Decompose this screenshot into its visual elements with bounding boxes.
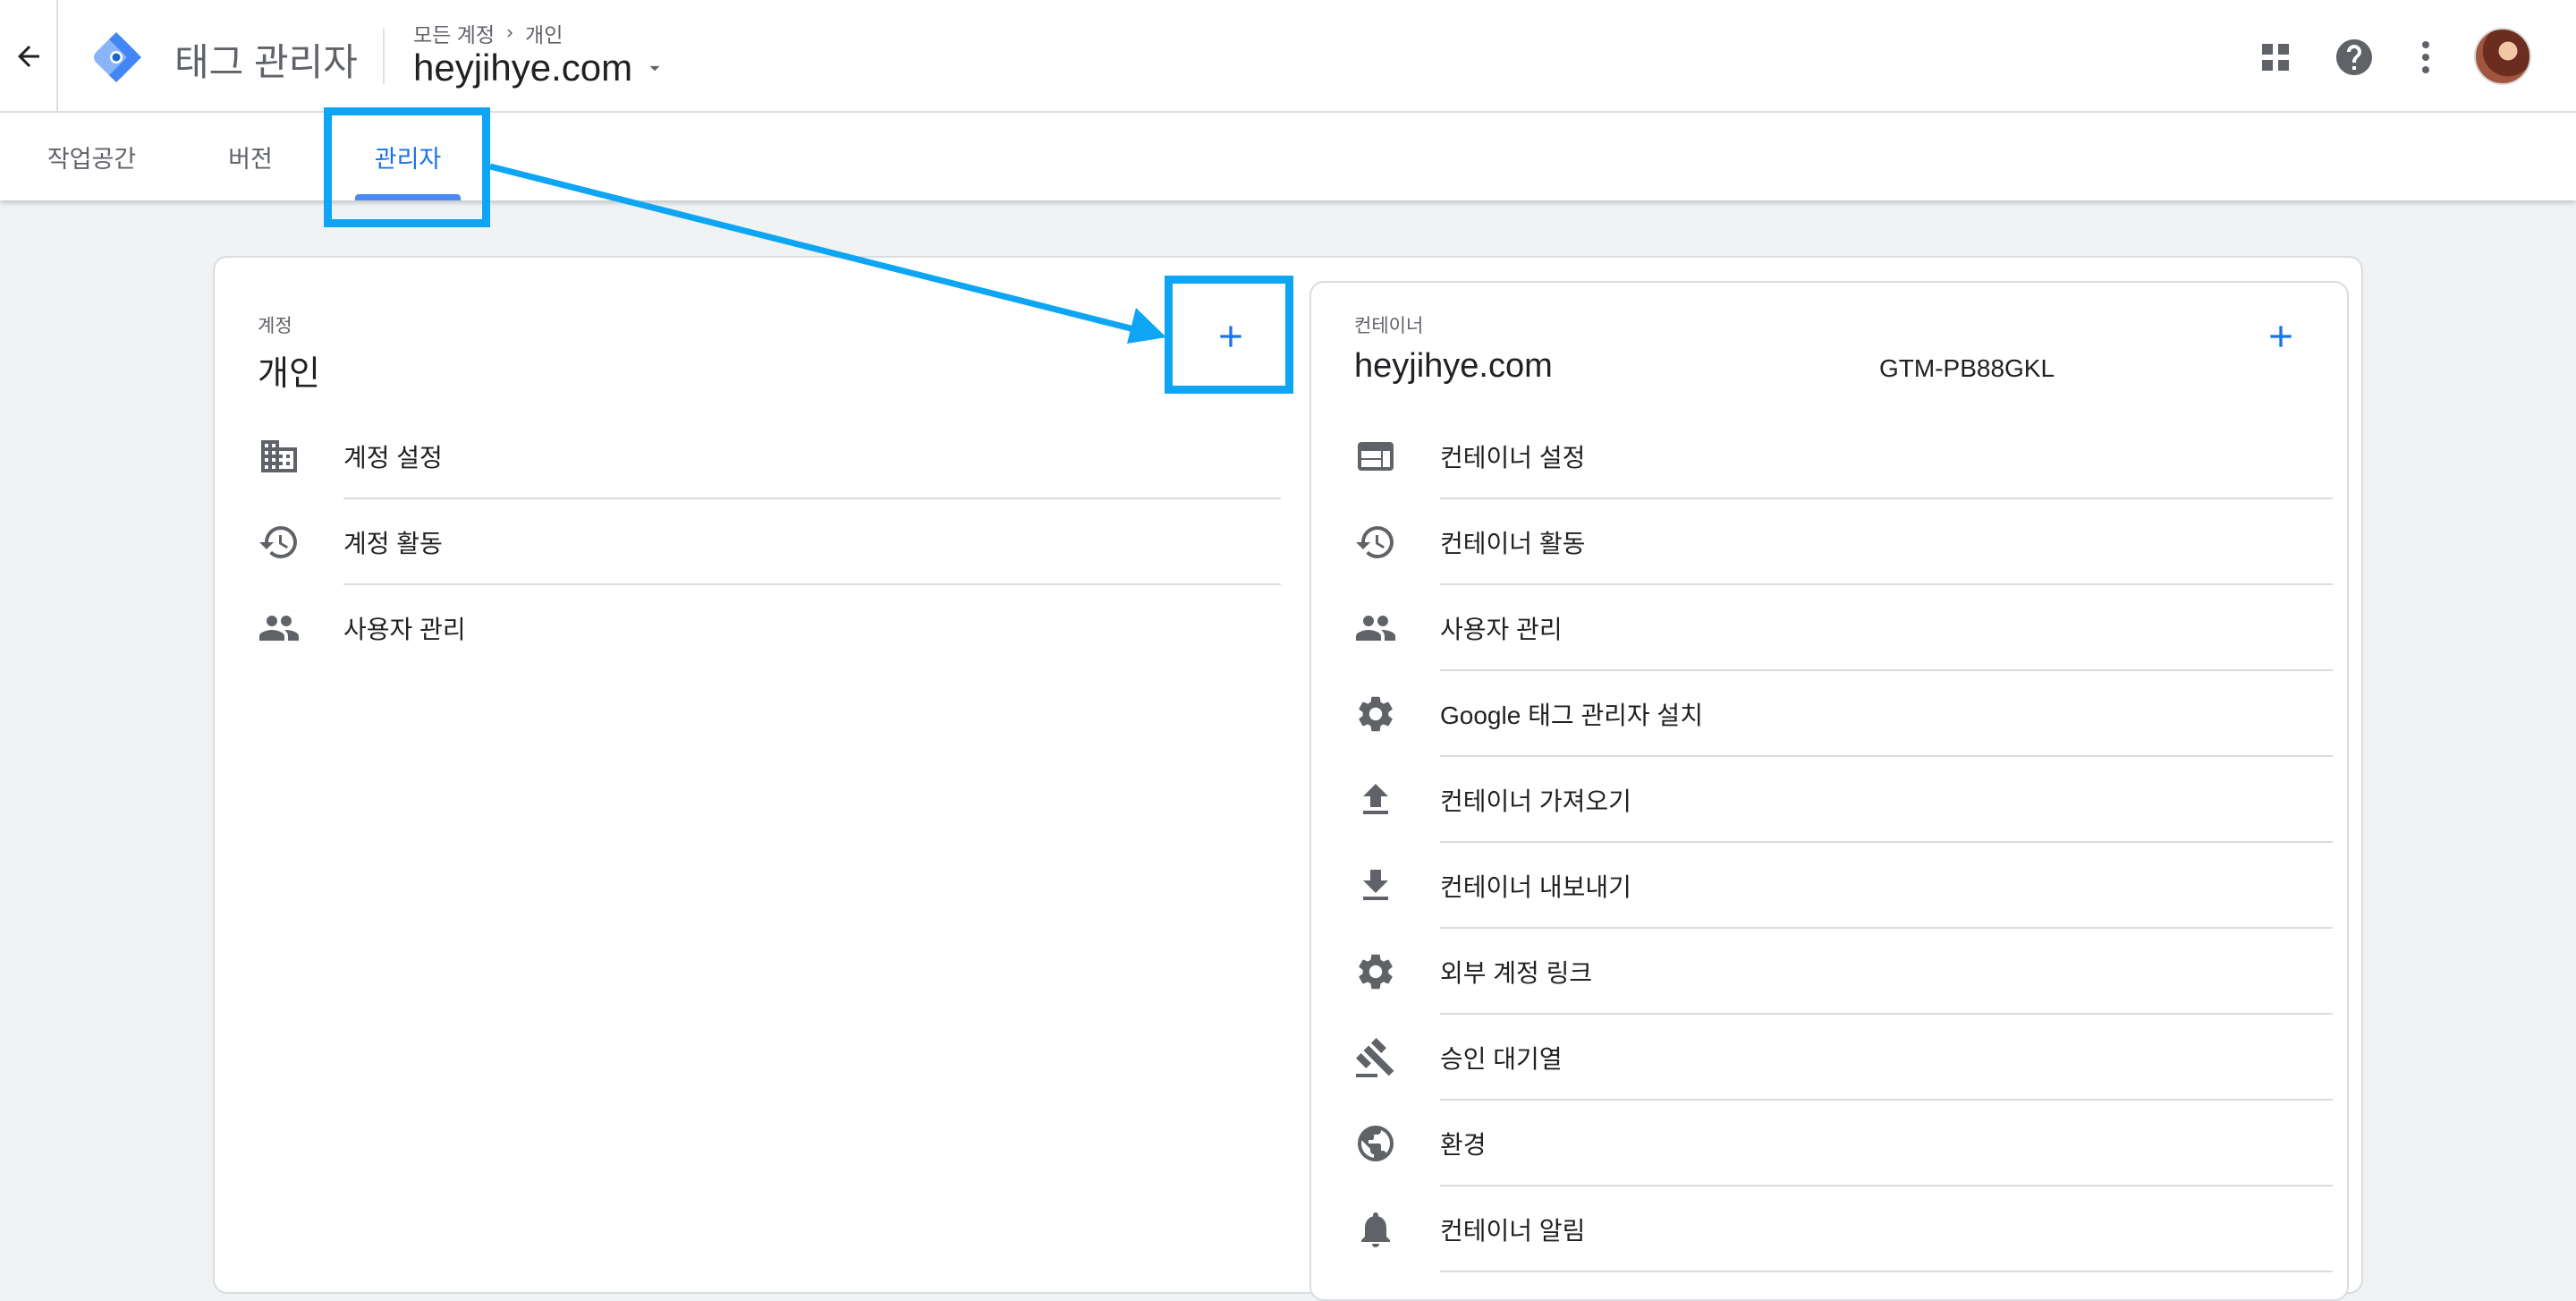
breadcrumb: 모든 계정 개인: [413, 18, 563, 48]
menu-label: 승인 대기열: [1440, 1045, 1563, 1073]
add-container-button[interactable]: [2254, 310, 2308, 363]
highlight-add-account: [1165, 276, 1293, 394]
row-divider: [1440, 1271, 2333, 1272]
menu-container-notifications[interactable]: 컨테이너 알림: [1354, 1186, 2333, 1272]
menu-container-user-management[interactable]: 사용자 관리: [1354, 585, 2333, 671]
people-icon: [1356, 616, 1395, 641]
menu-approval-queue[interactable]: 승인 대기열: [1354, 1015, 2333, 1101]
menu-label: 계정 설정: [343, 444, 443, 472]
menu-label: 환경: [1440, 1131, 1487, 1159]
menu-label: 외부 계정 링크: [1440, 959, 1593, 987]
more-vert-icon[interactable]: [2404, 36, 2447, 79]
menu-label: 컨테이너 활동: [1440, 530, 1586, 557]
gavel-icon: [1355, 1038, 1394, 1077]
container-section-label: 컨테이너: [1354, 316, 1424, 336]
account-section-label: 계정: [258, 316, 292, 336]
history-icon: [259, 526, 297, 558]
dropdown-arrow-icon: [649, 65, 660, 72]
menu-external-account-links[interactable]: 외부 계정 링크: [1354, 929, 2333, 1015]
breadcrumb-all-accounts[interactable]: 모든 계정: [413, 18, 495, 48]
menu-environments[interactable]: 환경: [1354, 1101, 2333, 1186]
menu-import-container[interactable]: 컨테이너 가져오기: [1354, 757, 2333, 843]
help-icon[interactable]: [2333, 36, 2376, 79]
tab-versions[interactable]: 버전: [206, 113, 295, 200]
container-id: GTM-PB88GKL: [1879, 354, 2055, 382]
menu-account-settings[interactable]: 계정 설정: [258, 413, 1281, 499]
web-icon: [1358, 442, 1394, 471]
gear-icon: [1359, 954, 1393, 990]
building-icon: [261, 440, 297, 472]
back-arrow-icon[interactable]: [13, 40, 45, 72]
apps-grid-icon[interactable]: [2254, 36, 2297, 79]
bell-icon: [1361, 1212, 1390, 1247]
menu-label: Google 태그 관리자 설치: [1440, 702, 1703, 729]
container-title: heyjihye.com: [1354, 347, 1553, 385]
menu-label: 사용자 관리: [343, 616, 466, 643]
app-title: 태그 관리자: [174, 41, 358, 83]
chevron-right-icon: [507, 29, 513, 38]
menu-label: 컨테이너 가져오기: [1440, 787, 1631, 815]
menu-label: 컨테이너 설정: [1440, 444, 1586, 472]
app-header: 태그 관리자 모든 계정 개인 heyjihye.com: [0, 0, 2576, 113]
menu-container-settings[interactable]: 컨테이너 설정: [1354, 413, 2333, 499]
gear-icon: [1359, 696, 1393, 732]
avatar[interactable]: [2474, 28, 2531, 85]
menu-label: 계정 활동: [343, 530, 443, 557]
menu-account-user-management[interactable]: 사용자 관리: [258, 585, 1281, 671]
menu-account-activity[interactable]: 계정 활동: [258, 499, 1281, 585]
plus-icon: [2270, 326, 2292, 347]
history-icon: [1356, 526, 1394, 558]
menu-export-container[interactable]: 컨테이너 내보내기: [1354, 843, 2333, 929]
globe-icon: [1358, 1126, 1394, 1161]
header-divider: [56, 0, 58, 113]
highlight-admin-tab: [324, 107, 490, 227]
menu-label: 컨테이너 알림: [1440, 1217, 1586, 1245]
people-icon: [259, 616, 299, 641]
upload-icon: [1363, 784, 1388, 814]
menu-install-gtm[interactable]: Google 태그 관리자 설치: [1354, 671, 2333, 757]
gtm-logo-icon[interactable]: [88, 29, 145, 86]
container-name: heyjihye.com: [413, 47, 633, 89]
menu-label: 사용자 관리: [1440, 616, 1563, 643]
menu-container-activity[interactable]: 컨테이너 활동: [1354, 499, 2333, 585]
breadcrumb-account[interactable]: 개인: [525, 18, 563, 48]
account-name: 개인: [258, 355, 320, 393]
download-icon: [1363, 870, 1388, 900]
header-divider-2: [383, 29, 385, 84]
container-selector[interactable]: heyjihye.com: [413, 47, 666, 89]
tab-workspace[interactable]: 작업공간: [27, 113, 157, 200]
menu-label: 컨테이너 내보내기: [1440, 873, 1631, 901]
